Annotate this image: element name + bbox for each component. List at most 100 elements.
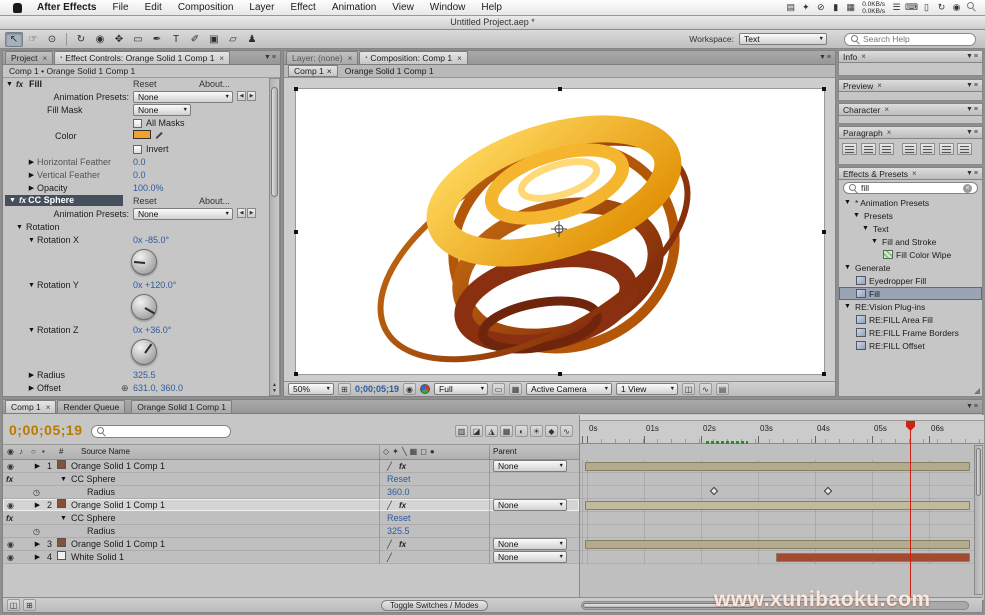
- layer-color-swatch[interactable]: [57, 538, 66, 547]
- resolution-dropdown[interactable]: Full▼: [434, 383, 488, 395]
- playhead-line[interactable]: [910, 421, 911, 600]
- twirl-icon[interactable]: ▼: [843, 264, 852, 271]
- panel-menu-icon[interactable]: ▼≡: [966, 129, 979, 136]
- visibility-eye-icon[interactable]: ◉: [7, 460, 14, 473]
- in-out-icon[interactable]: ▥: [455, 425, 468, 437]
- tree-item-revision-plugins[interactable]: ▼RE:Vision Plug-ins: [839, 300, 982, 313]
- fast-previews-icon[interactable]: ∿: [699, 383, 712, 395]
- twirl-icon[interactable]: ▶: [27, 169, 36, 182]
- type-tool[interactable]: T: [167, 32, 185, 47]
- tab-timeline-comp1[interactable]: Comp 1×: [5, 400, 56, 413]
- layer-twirl-icon[interactable]: ▶: [33, 538, 42, 551]
- selection-handle[interactable]: [822, 87, 826, 91]
- menu-view[interactable]: View: [384, 2, 422, 13]
- twirl-icon[interactable]: ▼: [27, 234, 36, 247]
- about-button[interactable]: About...: [199, 78, 230, 91]
- timeline-button-icon[interactable]: ▤: [716, 383, 729, 395]
- menu-animation[interactable]: Animation: [324, 2, 384, 13]
- effect-name[interactable]: CC Sphere: [71, 512, 116, 525]
- status-battery-icon[interactable]: ▯: [919, 2, 934, 13]
- eyedropper-icon[interactable]: [156, 130, 166, 140]
- rotation-x-dial[interactable]: [131, 249, 157, 275]
- menu-file[interactable]: File: [104, 2, 136, 13]
- close-icon[interactable]: ×: [912, 169, 917, 178]
- tree-item-refill-offset[interactable]: RE:FILL Offset: [839, 339, 982, 352]
- pan-behind-tool[interactable]: ✥: [110, 32, 128, 47]
- parent-dropdown[interactable]: None▼: [493, 551, 567, 563]
- viewer-timecode[interactable]: 0;00;05;19: [355, 384, 399, 394]
- close-icon[interactable]: ×: [42, 54, 47, 63]
- quality-switch-icon[interactable]: ╱: [387, 460, 392, 473]
- opacity-value[interactable]: 100.0%: [133, 182, 164, 195]
- layer-twirl-icon[interactable]: ▶: [33, 551, 42, 564]
- all-masks-checkbox[interactable]: [133, 119, 142, 128]
- auto-keyframe-icon[interactable]: ◆: [545, 425, 558, 437]
- twirl-icon[interactable]: ▼: [843, 199, 852, 206]
- layer-twirl-icon[interactable]: ▶: [33, 499, 42, 512]
- twirl-icon[interactable]: ▶: [27, 382, 36, 395]
- align-center-icon[interactable]: [861, 143, 876, 155]
- next-preset-icon[interactable]: ▶: [247, 208, 256, 218]
- layer-name[interactable]: Orange Solid 1 Comp 1: [71, 499, 165, 512]
- menu-edit[interactable]: Edit: [137, 2, 170, 13]
- stopwatch-icon[interactable]: ◷: [33, 525, 40, 538]
- rotation-y-dial[interactable]: [131, 294, 157, 320]
- tab-render-queue[interactable]: Render Queue: [57, 400, 125, 413]
- snapshot-icon[interactable]: ◉: [403, 383, 416, 395]
- offset-value[interactable]: 631.0, 360.0: [133, 382, 183, 395]
- selection-tool[interactable]: ↖: [5, 32, 23, 47]
- panel-menu-icon[interactable]: ▼≡: [966, 403, 979, 410]
- fill-mask-dropdown[interactable]: None▼: [133, 104, 191, 116]
- twirl-icon[interactable]: ▼: [15, 221, 24, 234]
- quality-switch-icon[interactable]: ╱: [387, 499, 392, 512]
- view-layout-dropdown[interactable]: 1 View▼: [616, 383, 678, 395]
- tab-composition-viewer[interactable]: ▪Composition: Comp 1×: [359, 51, 468, 64]
- motion-blur-icon[interactable]: ☀: [530, 425, 543, 437]
- panel-resize-grip-icon[interactable]: ◢: [974, 386, 980, 395]
- panel-menu-icon[interactable]: ▼≡: [966, 170, 979, 177]
- effect-point-icon[interactable]: ⊕: [121, 382, 129, 395]
- timeline-search[interactable]: [91, 425, 231, 438]
- parent-dropdown[interactable]: None▼: [493, 460, 567, 472]
- preset-prev-next-buttons[interactable]: ◀▶: [237, 91, 256, 101]
- scrollbar-arrows[interactable]: ▲▼: [270, 382, 279, 394]
- column-divider[interactable]: [489, 445, 490, 564]
- status-menu-icon[interactable]: ☰: [889, 2, 904, 13]
- twirl-icon[interactable]: ▼: [852, 212, 861, 219]
- panel-menu-icon[interactable]: ▼≡: [966, 82, 979, 89]
- property-value[interactable]: 360.0: [387, 486, 410, 499]
- layer-duration-bar-1[interactable]: [585, 462, 970, 471]
- comp-nav-chip[interactable]: Comp 1×: [288, 65, 338, 77]
- menu-window[interactable]: Window: [422, 2, 474, 13]
- status-keyboard-icon[interactable]: ⌨: [904, 2, 919, 13]
- timeline-search-input[interactable]: [109, 427, 225, 437]
- hand-tool[interactable]: ☞: [24, 32, 42, 47]
- layer-row-3[interactable]: ◉ ▶ 3 Orange Solid 1 Comp 1 ╱ fx None▼: [3, 538, 579, 551]
- current-time-display[interactable]: 0;00;05;19: [9, 422, 83, 438]
- menu-composition[interactable]: Composition: [170, 2, 242, 13]
- layer-duration-bar-2[interactable]: [585, 501, 970, 510]
- status-grid-icon[interactable]: ▦: [843, 2, 858, 13]
- visibility-eye-icon[interactable]: ◉: [7, 538, 14, 551]
- clone-stamp-tool[interactable]: ▣: [205, 32, 223, 47]
- close-icon[interactable]: ×: [457, 54, 462, 63]
- magnification-dropdown[interactable]: 50%▼: [288, 383, 334, 395]
- composition-canvas[interactable]: [295, 88, 825, 375]
- property-row-radius-2[interactable]: ◷ Radius 325.5: [3, 525, 579, 538]
- layer-twirl-icon[interactable]: ▶: [33, 460, 42, 473]
- fx-switch-icon[interactable]: fx: [399, 460, 406, 473]
- quality-switch-icon[interactable]: ╱: [387, 551, 392, 564]
- parent-column-label[interactable]: Parent: [493, 445, 517, 459]
- layer-row-1[interactable]: ◉ ▶ 1 Orange Solid 1 Comp 1 ╱ fx None▼: [3, 460, 579, 473]
- time-ruler[interactable]: 0s 01s 02s 03s 04s 05s 06s: [580, 421, 984, 444]
- justify-last-right-icon[interactable]: [939, 143, 954, 155]
- justify-all-icon[interactable]: [957, 143, 972, 155]
- hide-shy-icon[interactable]: ▦: [500, 425, 513, 437]
- paragraph-panel-header[interactable]: Paragraph×▼≡: [838, 126, 983, 139]
- layer-color-swatch[interactable]: [57, 460, 66, 469]
- tree-item-fill-selected[interactable]: Fill: [839, 287, 982, 300]
- parent-dropdown[interactable]: None▼: [493, 538, 567, 550]
- camera-view-dropdown[interactable]: Active Camera▼: [526, 383, 612, 395]
- selection-handle[interactable]: [294, 372, 298, 376]
- transparency-grid-icon[interactable]: ▦: [509, 383, 522, 395]
